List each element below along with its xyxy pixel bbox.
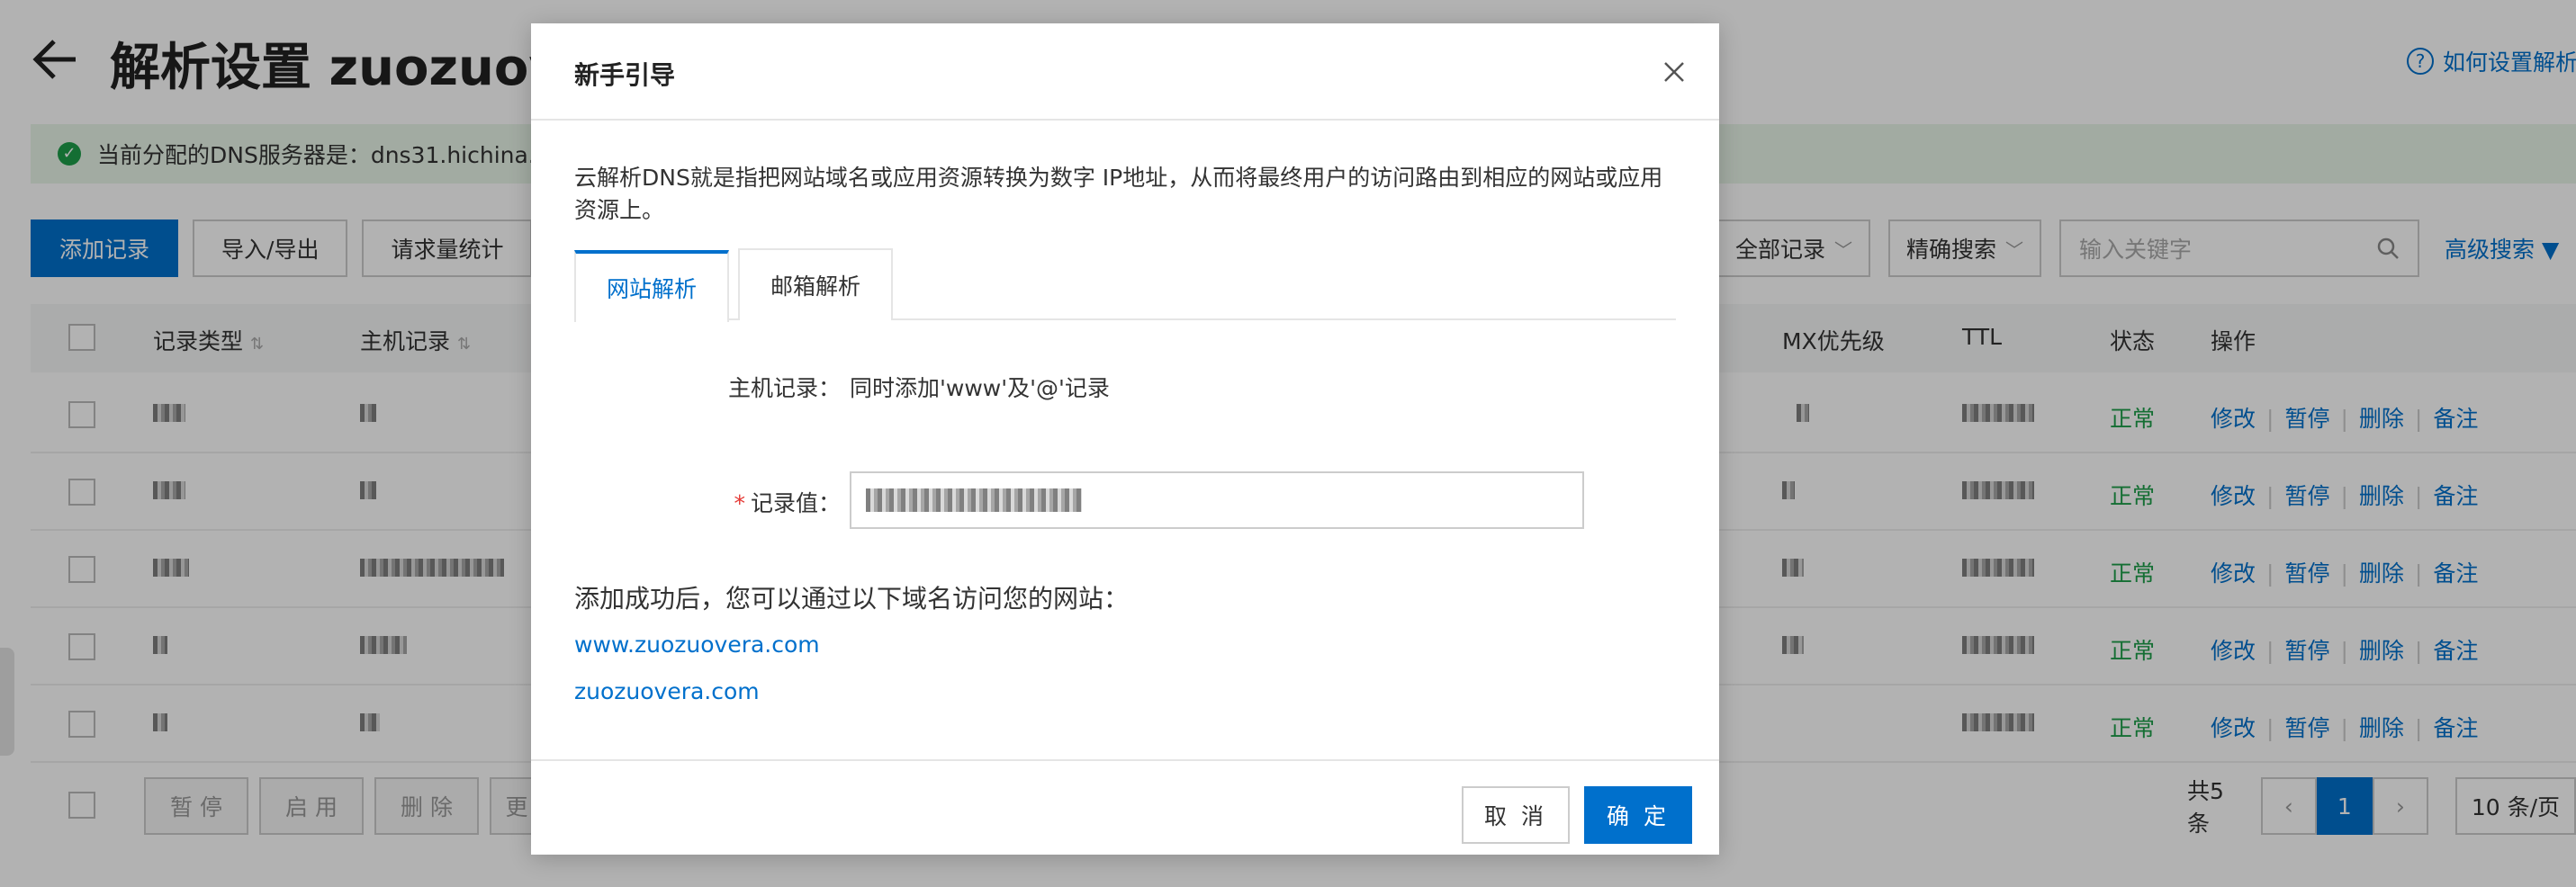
domain-link-root[interactable]: zuozuovera.com: [574, 678, 760, 704]
record-value-redacted: [866, 488, 1082, 512]
success-text: 添加成功后，您可以通过以下域名访问您的网站：: [574, 584, 1130, 614]
tab-website[interactable]: 网站解析: [574, 250, 730, 322]
record-value-label-wrap: * 记录值：: [531, 486, 841, 518]
modal-footer: 取 消 确 定: [531, 759, 1719, 855]
confirm-button[interactable]: 确 定: [1584, 786, 1692, 844]
dns-settings-page: 解析设置 zuozuove ? 如何设置解析? ✓ 当前分配的DNS服务器是：d…: [0, 0, 2576, 887]
cancel-button[interactable]: 取 消: [1462, 786, 1570, 844]
host-record-value: 同时添加'www'及'@'记录: [850, 375, 1110, 401]
guide-modal: 新手引导 云解析DNS就是指把网站域名或应用资源转换为数字 IP地址，从而将最终…: [531, 23, 1719, 855]
tab-email[interactable]: 邮箱解析: [738, 248, 894, 320]
domain-link-www[interactable]: www.zuozuovera.com: [574, 632, 820, 658]
modal-description: 云解析DNS就是指把网站域名或应用资源转换为数字 IP地址，从而将最终用户的访问…: [574, 165, 1663, 223]
modal-title: 新手引导: [574, 60, 676, 90]
close-icon[interactable]: [1660, 58, 1689, 86]
host-record-label: 主机记录：: [727, 375, 841, 401]
record-value-input[interactable]: [850, 471, 1584, 529]
guide-tabs: 网站解析 邮箱解析: [574, 248, 1676, 322]
record-value-label: 记录值：: [750, 490, 841, 516]
required-marker: *: [734, 490, 745, 516]
modal-header: 新手引导: [531, 23, 1719, 121]
